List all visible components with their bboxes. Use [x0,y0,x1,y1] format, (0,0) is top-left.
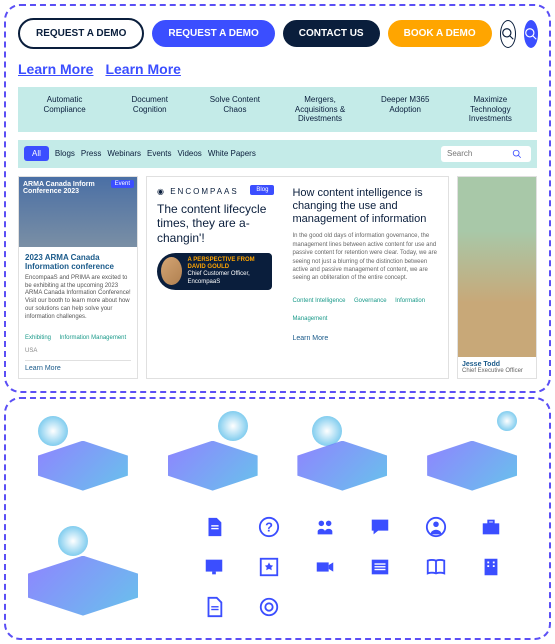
chat-icon[interactable] [369,516,391,538]
search-blue-button[interactable] [524,20,538,48]
star-frame-icon[interactable] [258,556,280,578]
video-icon[interactable] [314,556,336,578]
person-card[interactable]: Jesse Todd Chief Executive Officer [457,176,537,379]
briefcase-icon[interactable] [480,516,502,538]
nav-item-automatic-compliance[interactable]: Automatic Compliance [32,95,97,124]
search-input[interactable] [447,149,512,158]
isometric-illustration-5 [18,516,148,626]
filter-webinars[interactable]: Webinars [107,149,141,158]
author-block: A PERSPECTIVE FROM DAVID GOULD Chief Cus… [157,253,272,290]
target-icon[interactable] [258,596,280,618]
bottom-panel: ? [4,397,551,640]
blog-tag-1: Content Intelligence [292,298,345,304]
logo-text: ENCOMPAAS [170,187,239,196]
list-icon[interactable] [369,556,391,578]
nav-item-solve-content-chaos[interactable]: Solve Content Chaos [202,95,267,124]
author-role: Chief Customer Officer, EncompaaS [188,271,269,285]
person-card-body: Jesse Todd Chief Executive Officer [458,357,536,378]
isometric-illustration-4 [417,411,527,501]
book-demo-button[interactable]: BOOK A DEMO [388,20,492,47]
top-nav: Automatic Compliance Document Cognition … [18,87,537,132]
button-row: REQUEST A DEMO REQUEST A DEMO CONTACT US… [18,18,537,49]
top-panel: REQUEST A DEMO REQUEST A DEMO CONTACT US… [4,4,551,393]
event-card-desc: EncompaaS and PRIMA are excited to be ex… [25,275,131,322]
filter-whitepapers[interactable]: White Papers [208,149,256,158]
filter-videos[interactable]: Videos [177,149,201,158]
learn-more-link-1[interactable]: Learn More [18,61,93,77]
book-icon[interactable] [425,556,447,578]
search-white-button[interactable] [500,20,516,48]
contact-us-button[interactable]: CONTACT US [283,20,380,47]
person-name: Jesse Todd [462,361,532,368]
search-icon [524,27,538,41]
event-card-image: Event ARMA Canada Inform Conference 2023 [19,177,137,247]
event-badge: Event [111,180,134,188]
isometric-row-top [18,411,537,501]
event-learn-more[interactable]: Learn More [25,360,131,372]
search-icon [501,27,515,41]
blog-badge: Blog [250,185,274,195]
user-icon[interactable] [425,516,447,538]
building-icon[interactable] [480,556,502,578]
learn-more-link-2[interactable]: Learn More [105,61,180,77]
request-demo-outline-button[interactable]: REQUEST A DEMO [18,18,144,49]
filter-bar: All Blogs Press Webinars Events Videos W… [18,140,537,168]
blog-tag-2: Governance [354,298,387,304]
bottom-row: ? [18,516,537,626]
search-box [441,146,531,162]
event-card-body: 2023 ARMA Canada Information conference … [19,247,137,378]
blog-card[interactable]: Blog ◉ ENCOMPAAS The content lifecycle t… [146,176,449,379]
event-card[interactable]: Event ARMA Canada Inform Conference 2023… [18,176,138,379]
help-icon[interactable]: ? [258,516,280,538]
group-icon[interactable] [314,516,336,538]
filter-all[interactable]: All [24,146,49,161]
isometric-illustration-2 [158,411,268,501]
blog-card-left: Blog ◉ ENCOMPAAS The content lifecycle t… [147,177,282,378]
person-photo [458,177,536,357]
document-icon[interactable] [203,516,225,538]
blog-desc: In the good old days of information gove… [292,232,438,282]
icons-grid: ? [168,516,537,618]
main-content-row: Event ARMA Canada Inform Conference 2023… [18,176,537,379]
blog-tags: Content Intelligence Governance Informat… [292,289,438,325]
filter-events[interactable]: Events [147,149,171,158]
search-icon [512,149,522,159]
blog-title-left: The content lifecycle times, they are a-… [157,202,272,245]
blog-title-right: How content intelligence is changing the… [292,187,438,227]
request-demo-blue-button[interactable]: REQUEST A DEMO [152,20,274,47]
nav-item-deeper-m365[interactable]: Deeper M365 Adoption [373,95,438,124]
file-icon[interactable] [203,596,225,618]
event-tag-1: Exhibiting [25,335,51,341]
svg-text:?: ? [265,519,273,534]
blog-card-right: How content intelligence is changing the… [282,177,448,378]
event-country: USA [25,348,131,354]
person-role: Chief Executive Officer [462,368,532,374]
blog-learn-more[interactable]: Learn More [292,331,438,342]
event-tag-2: Information Management [59,335,126,341]
isometric-illustration-1 [28,411,138,501]
nav-item-document-cognition[interactable]: Document Cognition [117,95,182,124]
monitor-icon[interactable] [203,556,225,578]
filter-blogs[interactable]: Blogs [55,149,75,158]
perspective-label: A PERSPECTIVE FROM DAVID GOULD [188,257,269,271]
nav-item-mergers-acquisitions[interactable]: Mergers, Acquisitions & Divestments [288,95,353,124]
event-card-title: 2023 ARMA Canada Information conference [25,253,131,271]
author-text: A PERSPECTIVE FROM DAVID GOULD Chief Cus… [188,257,269,286]
links-row: Learn More Learn More [18,61,537,77]
isometric-illustration-3 [287,411,397,501]
filter-press[interactable]: Press [81,149,101,158]
nav-item-maximize-tech[interactable]: Maximize Technology Investments [458,95,523,124]
avatar [161,257,182,285]
